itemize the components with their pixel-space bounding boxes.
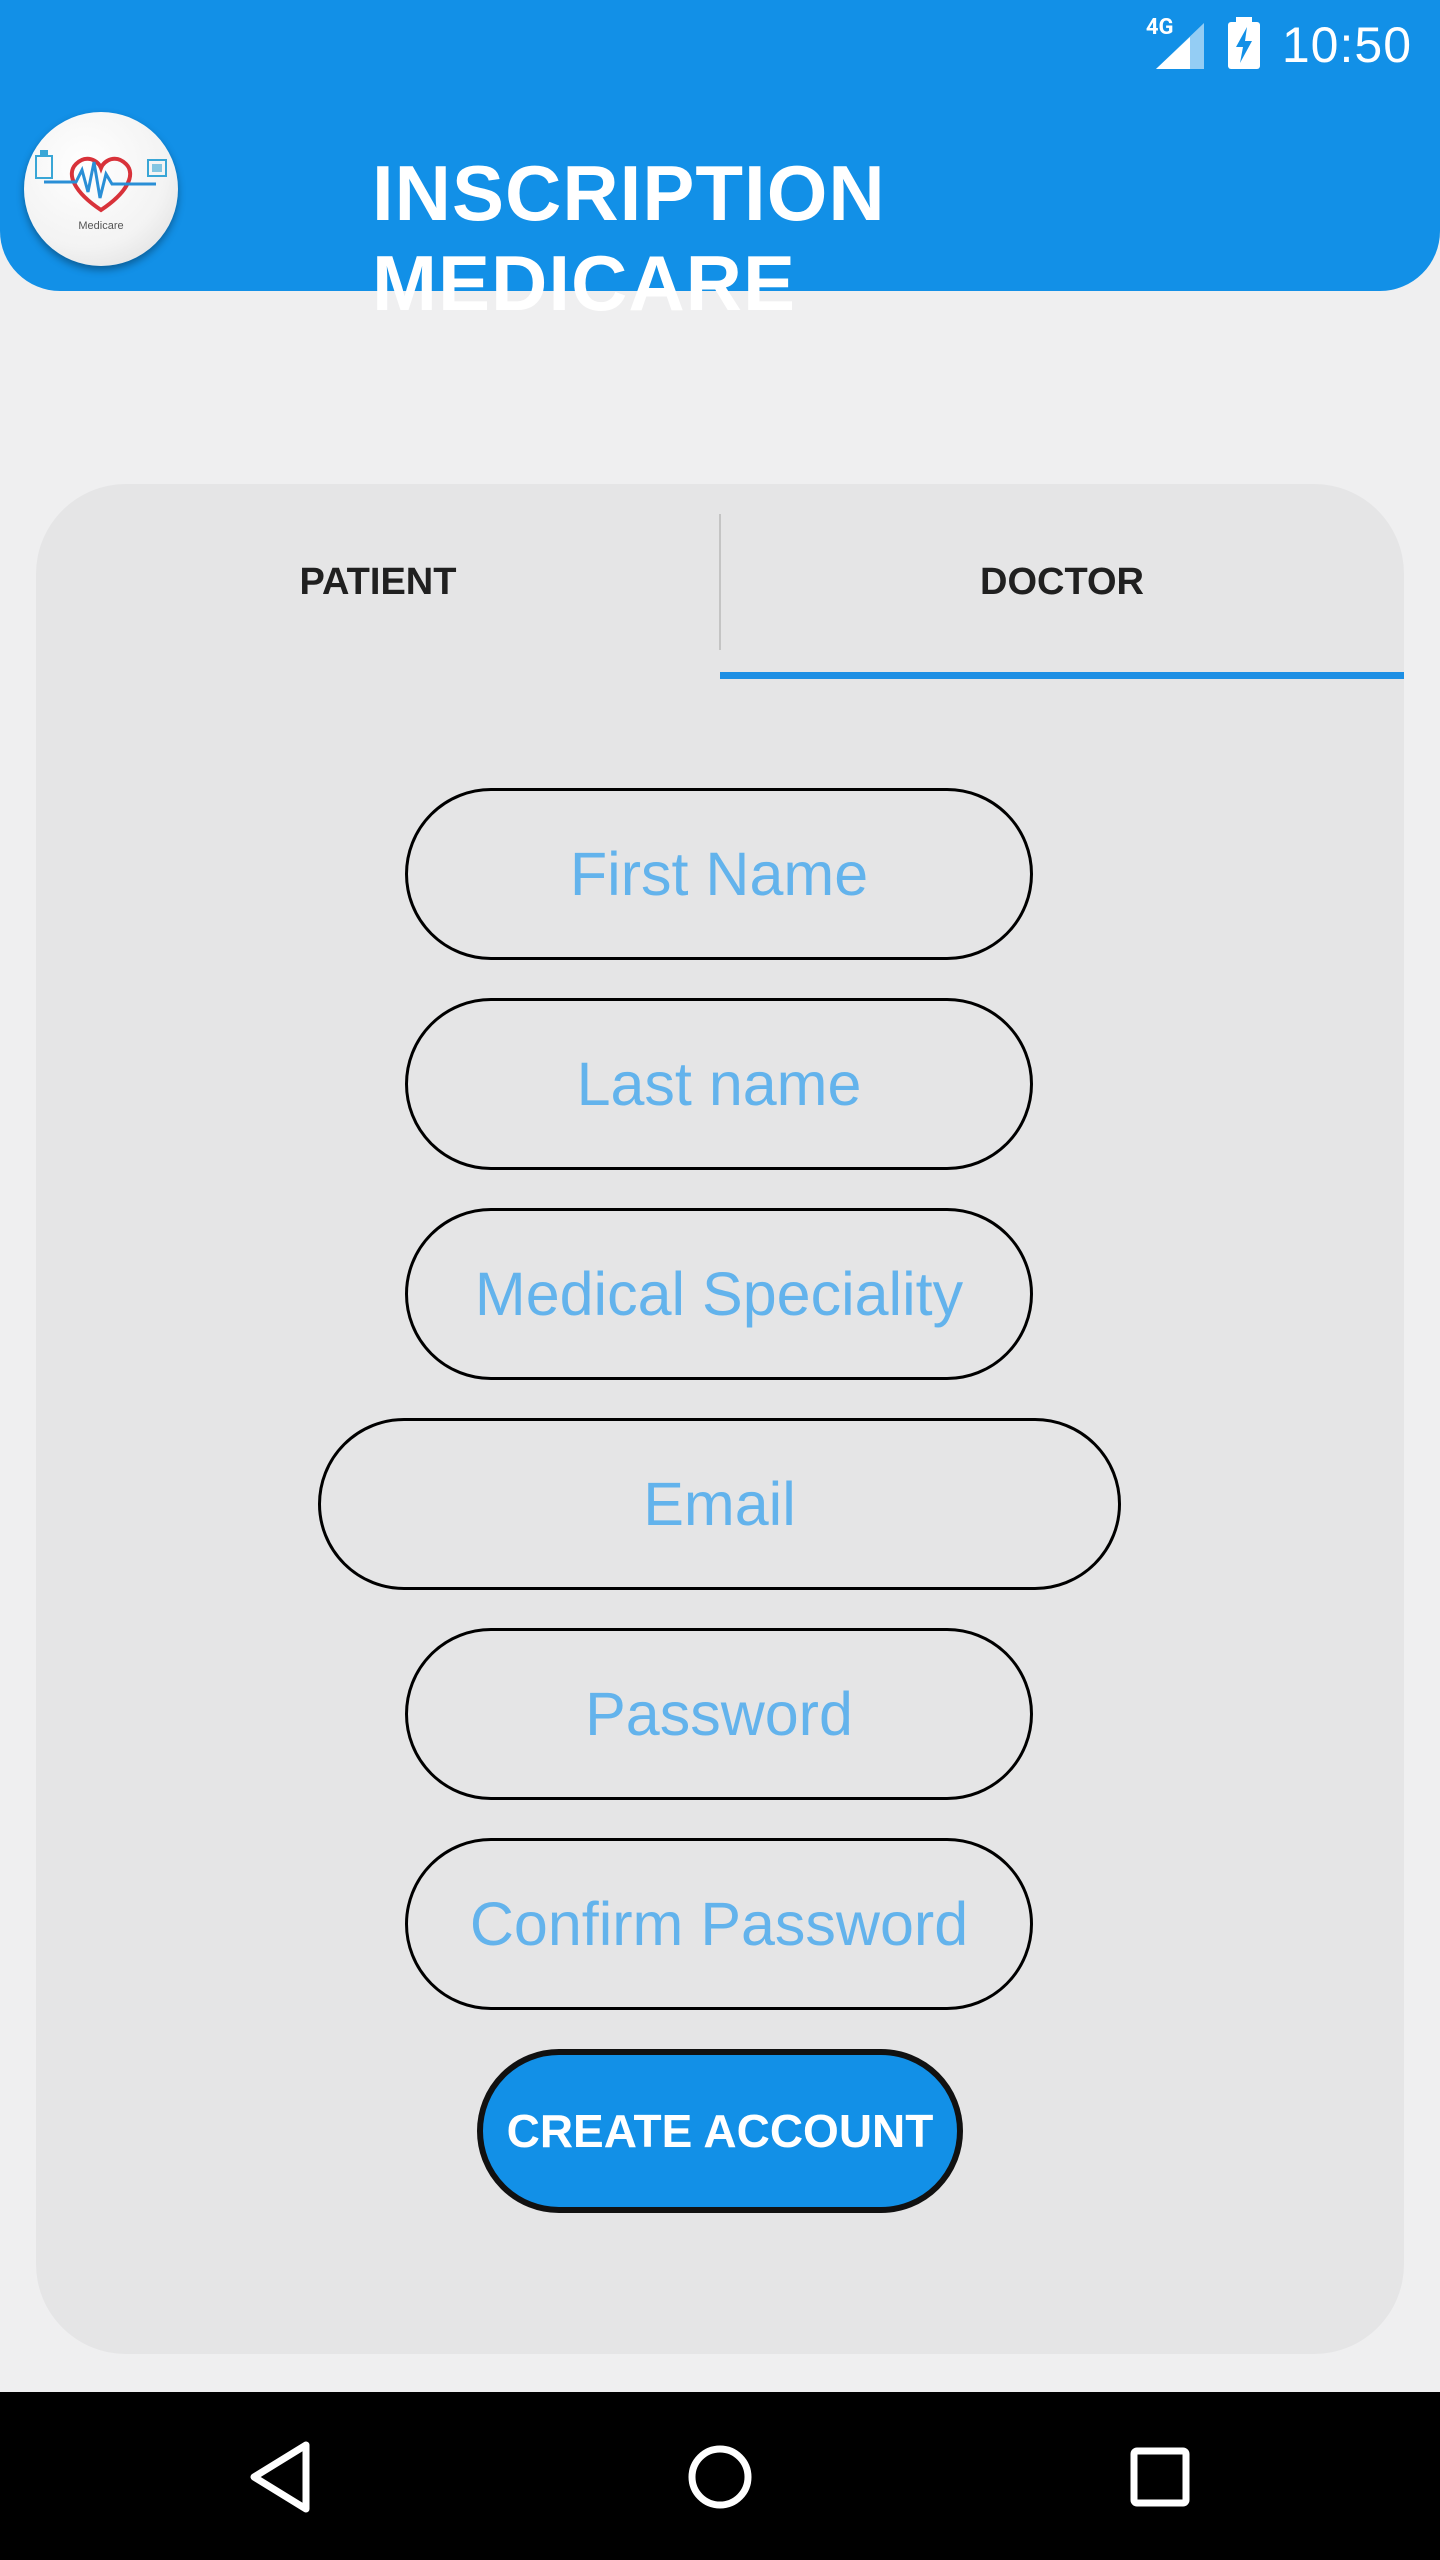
first-name-field[interactable]: First Name (405, 788, 1033, 960)
tab-patient[interactable]: PATIENT (36, 484, 720, 680)
create-account-button[interactable]: CREATE ACCOUNT (477, 2049, 963, 2213)
selected-tab-indicator (720, 672, 1404, 679)
medical-speciality-field[interactable]: Medical Speciality (405, 1208, 1033, 1380)
signal-icon: 4G (1146, 15, 1206, 71)
system-nav-bar (0, 2392, 1440, 2560)
password-field[interactable]: Password (405, 1628, 1033, 1800)
last-name-field[interactable]: Last name (405, 998, 1033, 1170)
recents-icon[interactable] (1115, 2432, 1205, 2522)
app-header: 4G 10:50 Medicare INSCRIPTION MEDICARE (0, 0, 1440, 327)
page-title: INSCRIPTION MEDICARE (372, 149, 886, 327)
app-logo: Medicare (24, 112, 178, 266)
back-icon[interactable] (236, 2432, 326, 2522)
email-field[interactable]: Email (318, 1418, 1121, 1590)
battery-charging-icon (1227, 17, 1260, 73)
confirm-password-field[interactable]: Confirm Password (405, 1838, 1033, 2010)
tab-doctor[interactable]: DOCTOR (720, 484, 1404, 680)
home-icon[interactable] (675, 2432, 765, 2522)
heart-pulse-icon (35, 150, 167, 213)
status-bar: 4G 10:50 (1146, 14, 1412, 76)
logo-caption: Medicare (78, 220, 124, 232)
clock: 10:50 (1281, 17, 1412, 73)
